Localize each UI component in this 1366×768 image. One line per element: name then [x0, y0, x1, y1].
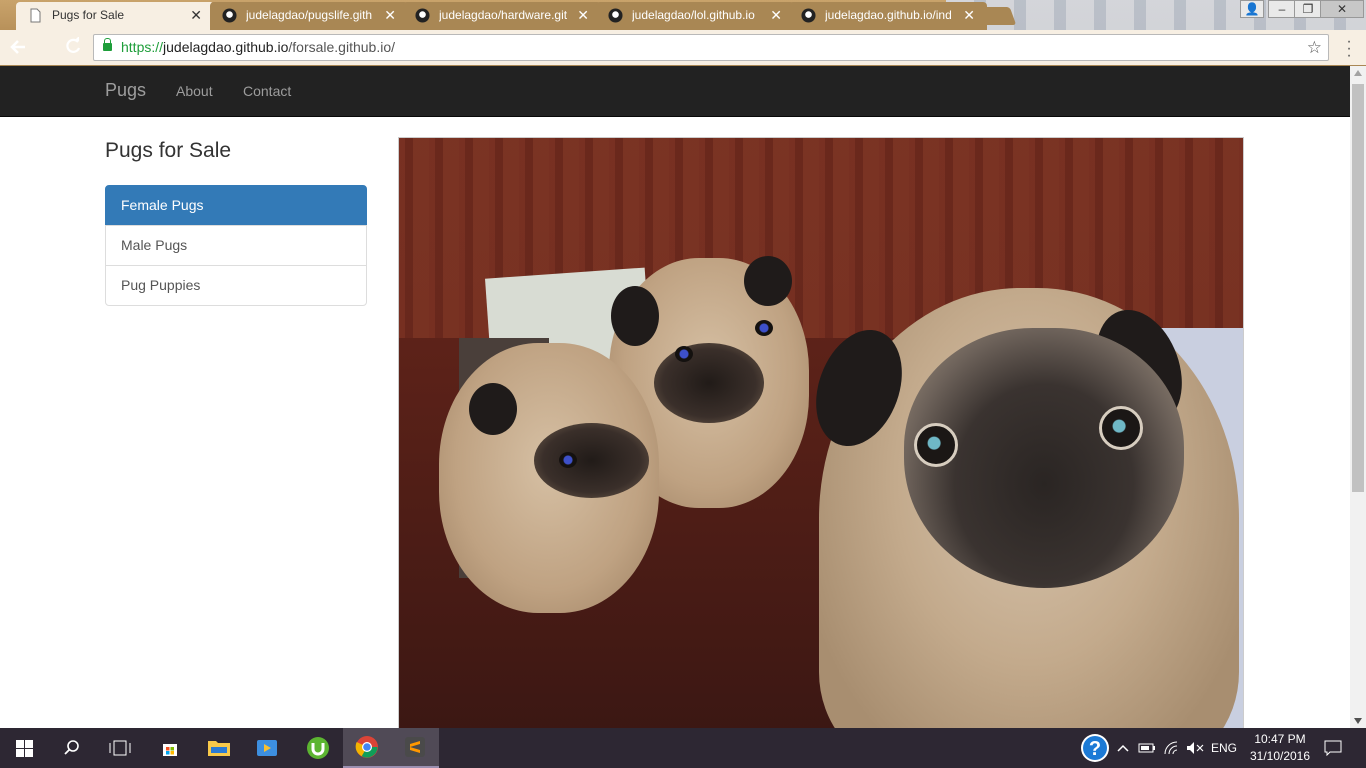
scrollbar-thumb[interactable] [1352, 84, 1364, 492]
photo-puppy-eye [675, 346, 693, 362]
tab-close-icon[interactable]: ✕ [963, 2, 975, 28]
url-scheme: https:// [121, 39, 164, 55]
tab-title: judelagdao/lol.github.io [632, 8, 755, 22]
photo-pug-eye [914, 423, 958, 467]
language-indicator[interactable]: ENG [1208, 728, 1240, 768]
close-window-button[interactable]: ✕ [1320, 0, 1364, 18]
pug-photo [398, 137, 1244, 728]
taskbar-app-chrome[interactable] [343, 728, 391, 768]
browser-tab[interactable]: judelagdao.github.io/ind ✕ [789, 2, 987, 30]
scroll-down-icon[interactable] [1354, 718, 1362, 724]
minimize-button[interactable]: – [1268, 0, 1296, 18]
reload-button[interactable] [64, 36, 82, 59]
scroll-up-icon[interactable] [1354, 70, 1362, 76]
tab-close-icon[interactable]: ✕ [577, 2, 589, 28]
photo-pug-eye [1099, 406, 1143, 450]
start-button[interactable] [0, 728, 48, 768]
browser-tab[interactable]: judelagdao/pugslife.gith ✕ [210, 2, 408, 30]
back-button[interactable] [8, 37, 28, 61]
lock-icon [103, 38, 112, 51]
page-title: Pugs for Sale [105, 139, 232, 162]
category-list: Female Pugs Male Pugs Pug Puppies [105, 185, 367, 306]
url-path: /forsale.github.io/ [288, 39, 395, 55]
tab-title: judelagdao.github.io/ind [825, 8, 952, 22]
search-icon [64, 740, 79, 755]
navbar-brand[interactable]: Pugs [105, 80, 146, 101]
photo-puppy-eye [755, 320, 773, 336]
wifi-icon [1164, 741, 1178, 755]
sublime-text-icon [405, 737, 425, 757]
search-button[interactable] [48, 728, 96, 768]
windows-logo-icon [15, 739, 33, 757]
volume-muted-icon [1187, 742, 1204, 754]
tab-close-icon[interactable]: ✕ [190, 2, 202, 28]
tray-overflow-button[interactable] [1114, 728, 1132, 768]
volume-control[interactable] [1184, 728, 1206, 768]
browser-tab-active[interactable]: Pugs for Sale ✕ [16, 2, 214, 30]
site-navbar: Pugs About Contact [0, 66, 1350, 117]
github-icon [608, 8, 623, 23]
github-icon [415, 8, 430, 23]
help-button[interactable]: ? [1078, 728, 1112, 768]
category-item-female-pugs[interactable]: Female Pugs [105, 185, 367, 226]
taskbar-app-sublime-text[interactable] [391, 728, 439, 768]
photo-puppy-muzzle [534, 423, 649, 498]
action-center-button[interactable] [1318, 728, 1348, 768]
file-explorer-icon [208, 741, 230, 756]
chrome-menu-icon[interactable]: · · · [1346, 34, 1352, 64]
url-host: judelagdao.github.io [163, 39, 289, 55]
help-question-icon: ? [1081, 734, 1109, 762]
clock-time: 10:47 PM [1254, 732, 1306, 746]
bookmark-star-icon[interactable]: ☆ [1307, 35, 1322, 60]
address-bar[interactable]: https://judelagdao.github.io/forsale.git… [93, 34, 1329, 61]
tab-close-icon[interactable]: ✕ [770, 2, 782, 28]
svg-text:?: ? [1089, 738, 1101, 760]
browser-tab[interactable]: judelagdao/lol.github.io ✕ [596, 2, 794, 30]
photo-pug-ear [469, 383, 517, 435]
photo-pug-ear [744, 256, 792, 306]
category-item-male-pugs[interactable]: Male Pugs [105, 225, 367, 266]
taskbar-app-media-player[interactable] [243, 728, 291, 768]
arrow-left-icon [10, 40, 25, 54]
chevron-up-icon [1117, 744, 1129, 752]
nav-link-contact[interactable]: Contact [243, 83, 291, 99]
page-icon [30, 8, 41, 23]
windows-taskbar: ? ENG 10:47 PM 31/10/2016 [0, 728, 1366, 768]
store-icon [163, 744, 177, 756]
system-clock[interactable]: 10:47 PM 31/10/2016 [1240, 731, 1320, 765]
clock-date: 31/10/2016 [1249, 749, 1311, 763]
media-player-icon [257, 740, 277, 756]
restore-button[interactable]: ❐ [1294, 0, 1322, 18]
battery-icon [1138, 743, 1155, 753]
browser-toolbar: https://judelagdao.github.io/forsale.git… [0, 30, 1366, 66]
tab-close-icon[interactable]: ✕ [384, 2, 396, 28]
nav-link-about[interactable]: About [176, 83, 213, 99]
utorrent-icon [307, 737, 329, 759]
reload-icon [66, 36, 81, 53]
network-status[interactable] [1160, 728, 1182, 768]
page-viewport: Pugs About Contact Pugs for Sale Female … [0, 66, 1350, 728]
task-view-button[interactable] [96, 728, 144, 768]
notification-icon [1324, 740, 1342, 756]
page-scrollbar[interactable] [1350, 66, 1366, 728]
github-icon [222, 8, 237, 23]
photo-puppy-eye [559, 452, 577, 468]
browser-tab[interactable]: judelagdao/hardware.git ✕ [403, 2, 601, 30]
battery-status[interactable] [1136, 728, 1158, 768]
tab-title: judelagdao/hardware.git [439, 8, 568, 22]
tab-title: judelagdao/pugslife.gith [246, 8, 373, 22]
github-icon [801, 8, 816, 23]
photo-puppy-muzzle [654, 343, 764, 423]
taskbar-app-file-explorer[interactable] [195, 728, 243, 768]
tab-title: Pugs for Sale [52, 8, 125, 22]
chrome-icon [355, 736, 378, 758]
taskbar-app-store[interactable] [146, 728, 194, 768]
profile-icon[interactable]: 👤 [1240, 0, 1264, 18]
taskbar-app-utorrent[interactable] [294, 728, 342, 768]
task-view-icon [109, 740, 131, 756]
photo-pug-ear [611, 286, 659, 346]
browser-tab-strip: Pugs for Sale ✕ judelagdao/pugslife.gith… [0, 0, 1366, 30]
category-item-pug-puppies[interactable]: Pug Puppies [105, 265, 367, 306]
new-tab-button[interactable] [973, 7, 1017, 25]
